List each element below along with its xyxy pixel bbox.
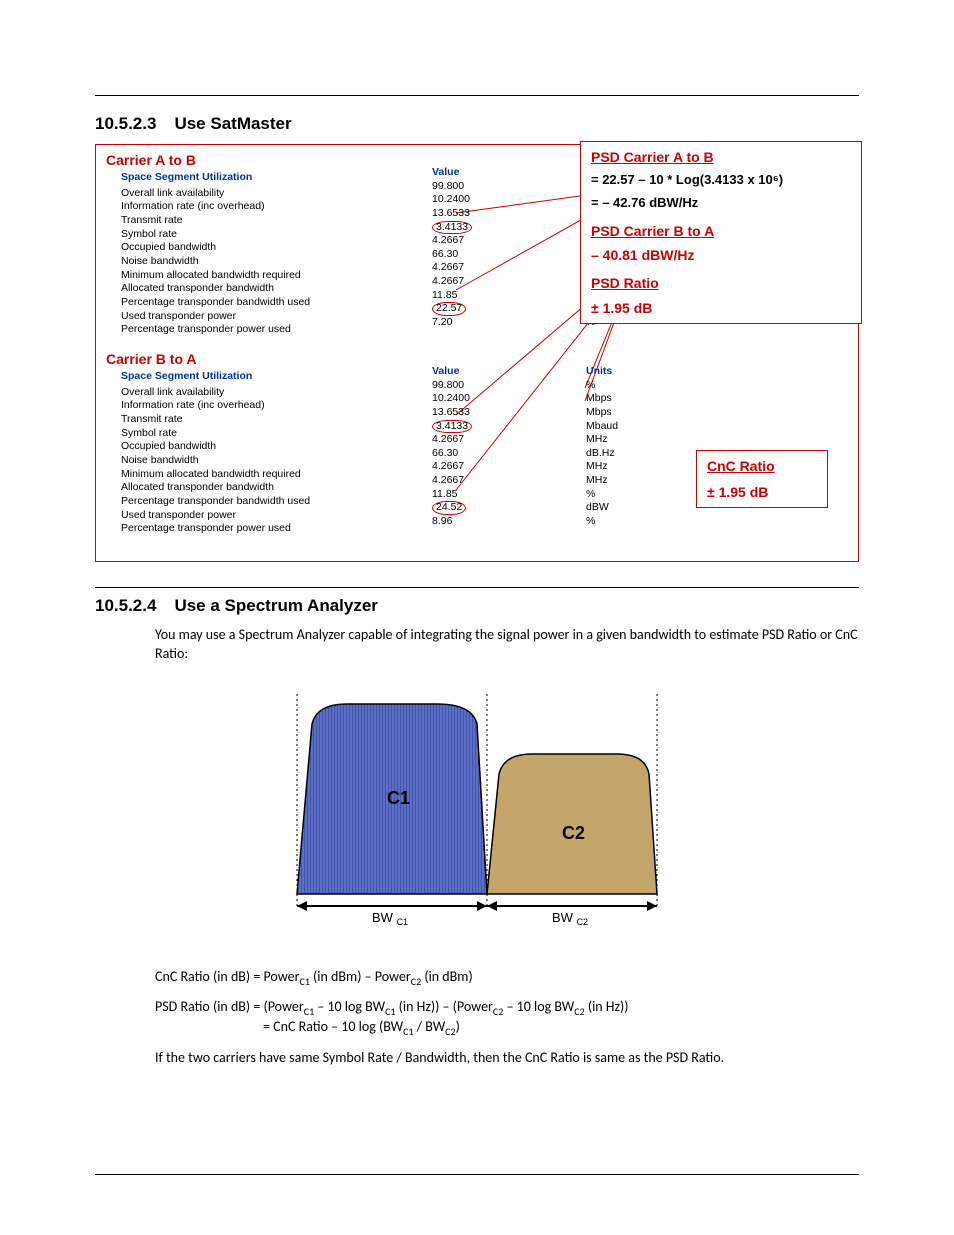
section2-title: Use a Spectrum Analyzer xyxy=(174,596,377,615)
table-row-label: Information rate (inc overhead) xyxy=(121,399,636,413)
carrier-b-value-col: Value 99.80010.240013.65333.41334.266766… xyxy=(432,365,502,529)
table-row-label: Symbol rate xyxy=(121,427,636,441)
table-row-value: 3.4133 xyxy=(432,221,502,235)
table-row-label: Percentage transponder power used xyxy=(121,323,636,337)
table-row-label: Allocated transponder bandwidth xyxy=(121,282,636,296)
heading-satmaster: 10.5.2.3 Use SatMaster xyxy=(95,114,859,134)
table-row-units: dB.Hz xyxy=(586,447,646,461)
table-row-label: Percentage transponder power used xyxy=(121,522,636,536)
table-row-value: 99.800 xyxy=(432,180,502,194)
table-row-label: Percentage transponder bandwidth used xyxy=(121,296,636,310)
table-row-value: 13.6533 xyxy=(432,207,502,221)
c1-label: C1 xyxy=(387,788,410,808)
bottom-rule xyxy=(95,1174,859,1175)
table-row-units: MHz xyxy=(586,460,646,474)
cnc-equation: CnC Ratio (in dB) = PowerC1 (in dBm) – P… xyxy=(155,968,859,988)
table-row-label: Percentage transponder bandwidth used xyxy=(121,495,636,509)
table-row-units: MHz xyxy=(586,433,646,447)
table-row-label: Noise bandwidth xyxy=(121,454,636,468)
table-row-value: 13.6533 xyxy=(432,406,502,420)
table-row-value: 11.85 xyxy=(432,488,502,502)
table-row-value: 10.2400 xyxy=(432,392,502,406)
table-row-label: Information rate (inc overhead) xyxy=(121,200,636,214)
table-row-units: MHz xyxy=(586,474,646,488)
table-row-label: Transmit rate xyxy=(121,214,636,228)
table-row-units: Mbps xyxy=(586,392,646,406)
table-row-label: Overall link availability xyxy=(121,187,636,201)
cnc-val: ± 1.95 dB xyxy=(707,483,817,501)
table-row-units: dBW xyxy=(586,501,646,515)
carrier-a-block: Carrier A to B Space Segment Utilization… xyxy=(106,151,636,337)
carrier-b-units-col: Units %MbpsMbpsMbaudMHzdB.HzMHzMHz%dBW% xyxy=(586,365,646,529)
table-row-value: 8.96 xyxy=(432,515,502,529)
intro-paragraph: You may use a Spectrum Analyzer capable … xyxy=(155,626,859,664)
cnc-title: CnC Ratio xyxy=(707,457,817,475)
section-rule xyxy=(95,587,859,588)
carrier-b-title: Carrier B to A xyxy=(106,350,636,368)
carrier-b-subhead: Space Segment Utilization xyxy=(121,370,636,384)
table-row-label: Minimum allocated bandwidth required xyxy=(121,468,636,482)
table-row-label: Transmit rate xyxy=(121,413,636,427)
psd-ratio-val: ± 1.95 dB xyxy=(591,299,851,317)
closing-paragraph: If the two carriers have same Symbol Rat… xyxy=(155,1049,859,1068)
svg-text:BW C1: BW C1 xyxy=(372,910,408,927)
table-row-label: Occupied bandwidth xyxy=(121,440,636,454)
col-units-b: Units xyxy=(586,365,646,379)
psd-a-line1: = 22.57 – 10 * Log(3.4133 x 10⁶) xyxy=(591,172,851,189)
table-row-value: 11.85 xyxy=(432,289,502,303)
section-number: 10.5.2.3 xyxy=(95,114,156,134)
psd-box: PSD Carrier A to B = 22.57 – 10 * Log(3.… xyxy=(580,141,862,324)
table-row-value: 4.2667 xyxy=(432,460,502,474)
col-value-a: Value xyxy=(432,166,502,180)
psd-equation: PSD Ratio (in dB) = (PowerC1 – 10 log BW… xyxy=(155,998,859,1039)
top-rule xyxy=(95,95,859,96)
table-row-label: Used transponder power xyxy=(121,310,636,324)
table-row-units: Mbaud xyxy=(586,420,646,434)
section-title: Use SatMaster xyxy=(174,114,291,133)
table-row-value: 66.30 xyxy=(432,248,502,262)
spectrum-svg: C1 C2 BW C1 BW C2 xyxy=(277,684,677,944)
table-row-value: 7.20 xyxy=(432,316,502,330)
table-row-value: 10.2400 xyxy=(432,193,502,207)
table-row-label: Minimum allocated bandwidth required xyxy=(121,269,636,283)
table-row-value: 4.2667 xyxy=(432,234,502,248)
table-row-value: 4.2667 xyxy=(432,261,502,275)
psd-a-line2: = – 42.76 dBW/Hz xyxy=(591,195,851,212)
psd-b-line: – 40.81 dBW/Hz xyxy=(591,246,851,264)
table-row-value: 4.2667 xyxy=(432,275,502,289)
table-row-label: Occupied bandwidth xyxy=(121,241,636,255)
heading-spectrum: 10.5.2.4 Use a Spectrum Analyzer xyxy=(95,596,859,616)
psd-a-title: PSD Carrier A to B xyxy=(591,148,851,166)
table-row-units: % xyxy=(586,515,646,529)
table-row-units: % xyxy=(586,488,646,502)
table-row-value: 4.2667 xyxy=(432,433,502,447)
psd-ratio-title: PSD Ratio xyxy=(591,274,851,292)
table-row-value: 99.800 xyxy=(432,379,502,393)
table-row-label: Allocated transponder bandwidth xyxy=(121,481,636,495)
c2-label: C2 xyxy=(562,823,585,843)
spectrum-diagram: C1 C2 BW C1 BW C2 xyxy=(95,684,859,948)
col-value-b: Value xyxy=(432,365,502,379)
section2-number: 10.5.2.4 xyxy=(95,596,156,616)
table-row-label: Overall link availability xyxy=(121,386,636,400)
table-row-label: Symbol rate xyxy=(121,228,636,242)
table-row-value: 3.4133 xyxy=(432,420,502,434)
table-row-units: % xyxy=(586,379,646,393)
carrier-a-value-col: Value 99.80010.240013.65333.41334.266766… xyxy=(432,166,502,330)
table-row-units: Mbps xyxy=(586,406,646,420)
cnc-box: CnC Ratio ± 1.95 dB xyxy=(696,450,828,508)
table-row-value: 22.57 xyxy=(432,302,502,316)
satmaster-box: Carrier A to B Space Segment Utilization… xyxy=(95,144,859,562)
psd-b-title: PSD Carrier B to A xyxy=(591,222,851,240)
table-row-label: Noise bandwidth xyxy=(121,255,636,269)
table-row-value: 4.2667 xyxy=(432,474,502,488)
page: 10.5.2.3 Use SatMaster Carrier A to B Spa… xyxy=(0,0,954,1235)
carrier-b-block: Carrier B to A Space Segment Utilization… xyxy=(106,350,636,536)
table-row-value: 24.52 xyxy=(432,501,502,515)
table-row-label: Used transponder power xyxy=(121,509,636,523)
carrier-a-subhead: Space Segment Utilization xyxy=(121,171,636,185)
table-row-value: 66.30 xyxy=(432,447,502,461)
carrier-a-title: Carrier A to B xyxy=(106,151,636,169)
svg-text:BW C2: BW C2 xyxy=(552,910,588,927)
